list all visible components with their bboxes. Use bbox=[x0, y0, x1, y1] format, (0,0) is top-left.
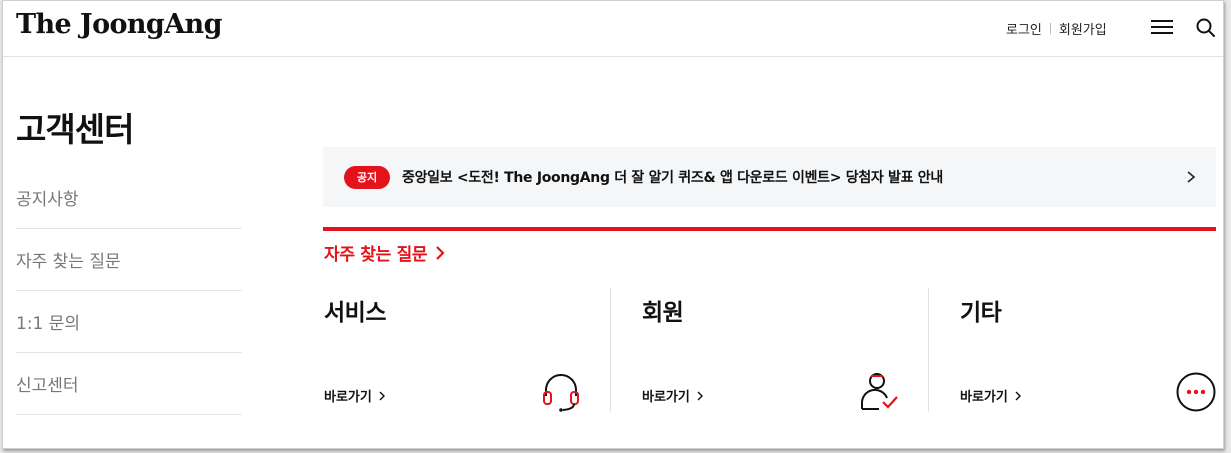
category-member-link[interactable]: 바로가기 bbox=[642, 386, 704, 405]
page-title: 고객센터 bbox=[16, 110, 134, 149]
notice-badge: 공지 bbox=[344, 165, 390, 189]
chevron-right-icon bbox=[697, 391, 703, 400]
section-divider bbox=[323, 227, 1216, 231]
category-link-label: 바로가기 bbox=[960, 390, 1008, 405]
chevron-right-icon bbox=[379, 391, 385, 400]
sidebar-item-label: 자주 찾는 질문 bbox=[16, 252, 121, 272]
sidebar-item-faq[interactable]: 자주 찾는 질문 bbox=[16, 229, 242, 291]
top-header: The JoongAng 로그인 회원가입 bbox=[3, 1, 1223, 57]
sidebar-item-label: 1:1 문의 bbox=[16, 314, 81, 334]
category-link-label: 바로가기 bbox=[642, 390, 690, 405]
browser-frame: The JoongAng 로그인 회원가입 고객센터 공지사항 자주 찾는 질문… bbox=[2, 0, 1224, 449]
category-title: 회원 bbox=[642, 300, 684, 326]
category-other: 기타 바로가기 bbox=[960, 288, 1216, 412]
hamburger-menu-icon[interactable] bbox=[1151, 18, 1173, 36]
login-link[interactable]: 로그인 bbox=[1006, 19, 1042, 38]
auth-links: 로그인 회원가입 bbox=[1006, 19, 1107, 38]
category-service-link[interactable]: 바로가기 bbox=[324, 386, 386, 405]
category-title: 기타 bbox=[960, 300, 1002, 326]
category-link-label: 바로가기 bbox=[324, 390, 372, 405]
sidebar-item-label: 신고센터 bbox=[16, 376, 79, 396]
faq-heading-link[interactable]: 자주 찾는 질문 bbox=[324, 240, 445, 265]
signup-link[interactable]: 회원가입 bbox=[1059, 19, 1107, 38]
notice-text: 중앙일보 <도전! The JoongAng 더 잘 알기 퀴즈& 앱 다운로드… bbox=[402, 170, 943, 186]
chevron-right-icon bbox=[1187, 171, 1196, 183]
category-member: 회원 바로가기 bbox=[642, 288, 929, 412]
category-service: 서비스 바로가기 bbox=[324, 288, 611, 412]
auth-divider bbox=[1049, 23, 1051, 34]
sidebar-item-report-center[interactable]: 신고센터 bbox=[16, 353, 242, 415]
notice-banner[interactable]: 공지 중앙일보 <도전! The JoongAng 더 잘 알기 퀴즈& 앱 다… bbox=[323, 147, 1216, 207]
chevron-right-icon bbox=[1015, 391, 1021, 400]
faq-heading: 자주 찾는 질문 bbox=[324, 245, 428, 265]
sidebar-item-inquiry[interactable]: 1:1 문의 bbox=[16, 291, 242, 353]
category-other-link[interactable]: 바로가기 bbox=[960, 386, 1022, 405]
headset-icon bbox=[543, 374, 579, 412]
category-title: 서비스 bbox=[324, 300, 386, 326]
user-check-icon bbox=[860, 373, 898, 410]
sidebar-nav: 공지사항 자주 찾는 질문 1:1 문의 신고센터 bbox=[16, 167, 242, 415]
sidebar-item-label: 공지사항 bbox=[16, 190, 79, 210]
sidebar-item-notices[interactable]: 공지사항 bbox=[16, 167, 242, 229]
site-logo[interactable]: The JoongAng bbox=[16, 9, 222, 40]
search-icon[interactable] bbox=[1195, 17, 1217, 39]
chevron-right-icon bbox=[436, 245, 445, 260]
more-dots-icon bbox=[1176, 372, 1216, 412]
